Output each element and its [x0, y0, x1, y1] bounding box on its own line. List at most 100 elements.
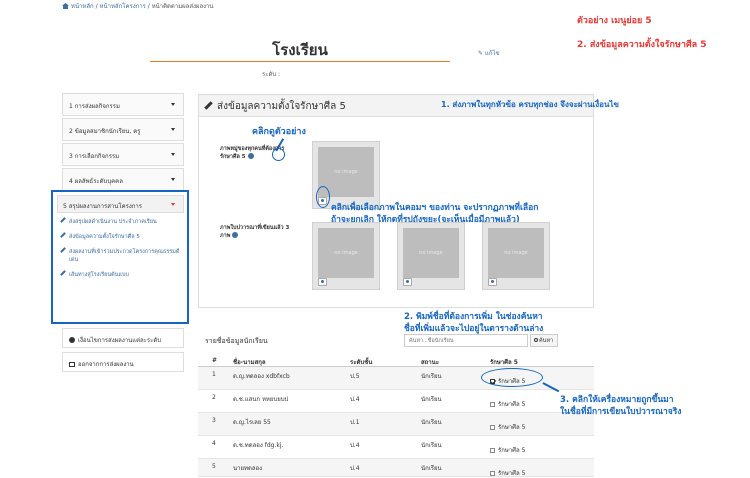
- cell-num: 1: [212, 371, 216, 378]
- sidebar-item-label: 2 ข้อมูลสมาชิกนักเรียน, ครู: [69, 128, 141, 135]
- cell-status: นักเรียน: [421, 373, 442, 380]
- precept-checkbox[interactable]: รักษาศีล 5: [490, 422, 525, 432]
- caret-down-icon: [171, 128, 175, 131]
- submenu-link-label: ส่งสรุปผลดำเนินงาน ประจำภาคเรียน: [69, 219, 157, 225]
- table-row: 4 ด.ช.ทดลอง fdg.kj. ป.4 นักเรียน รักษาศี…: [198, 436, 594, 459]
- title-divider: [150, 61, 450, 62]
- cell-grade: ป.5: [350, 373, 360, 380]
- cell-num: 4: [212, 440, 216, 447]
- sidebar-item-label: 5 สรุปผลงานการสานโครงการ: [63, 203, 142, 210]
- field-label-vow-photos: ภาพใบปวารณาที่เขียนแล้ว 3 ภาพ: [220, 225, 290, 240]
- table-row: 5 นายทดลอง ป.4 นักเรียน รักษาศีล 5: [198, 459, 594, 477]
- no-image-placeholder: no image: [318, 228, 374, 278]
- submenu-link-label: เส้นทางสู่โรงเรียนต้นแบบ: [69, 272, 130, 278]
- breadcrumb-projects[interactable]: หน้าหลักโครงการ: [100, 3, 146, 10]
- sidebar-item-individual-results[interactable]: 4 ผลลัพธ์ระดับบุคคล: [62, 168, 184, 191]
- column-header-num: #: [212, 357, 218, 364]
- checkbox-icon[interactable]: [490, 471, 495, 476]
- cell-name: ด.ญ.ไรเลย 55: [233, 419, 271, 426]
- submenu-link-label: ส่งข้อมูลความตั้งใจรักษาศีล 5: [69, 234, 140, 240]
- pencil-icon: [60, 270, 66, 276]
- cell-grade: ป.4: [350, 396, 360, 403]
- annotation-step1: 1. ส่งภาพในทุกหัวข้อ ครบทุกช่อง จึงจะผ่า…: [441, 100, 619, 109]
- edit-icon: ✎: [478, 50, 484, 57]
- caret-down-icon: [171, 203, 175, 206]
- search-icon: [534, 338, 538, 342]
- precept-checkbox[interactable]: รักษาศีล 5: [490, 445, 525, 455]
- breadcrumb-current: หน้าติดตามผลส่งผลงาน: [151, 3, 214, 10]
- image-slot-vow-2[interactable]: no image: [397, 222, 465, 290]
- image-slot-vow-3[interactable]: no image: [482, 222, 550, 290]
- cell-grade: ป.4: [350, 442, 360, 449]
- search-button[interactable]: ค้นหา: [530, 334, 558, 347]
- edit-link[interactable]: ✎ แก้ไข: [478, 48, 500, 58]
- info-icon: [69, 337, 75, 343]
- annotation-example-submenu: ตัวอย่าง เมนูย่อย 5: [577, 16, 652, 26]
- submenu-link-label: ส่งผลงานที่เข้าร่วมประกวดโครงการคุณธรรมด…: [69, 249, 180, 263]
- conditions-button[interactable]: เงื่อนไขการส่งผลงานแต่ละระดับ: [62, 328, 184, 348]
- breadcrumb: หน้าหลัก / หน้าหลักโครงการ / หน้าติดตามผ…: [62, 1, 214, 11]
- precept-label: รักษาศีล 5: [498, 424, 526, 431]
- help-icon[interactable]: [247, 153, 254, 159]
- level-label: ระดับ :: [262, 71, 281, 78]
- precept-checkbox[interactable]: รักษาศีล 5: [490, 399, 525, 409]
- table-row: 3 ด.ญ.ไรเลย 55 ป.1 นักเรียน รักษาศีล 5: [198, 413, 594, 436]
- cell-num: 5: [212, 463, 216, 470]
- cell-num: 3: [212, 417, 216, 424]
- cell-name: ด.ญ.ทดลอง xdbfxcb: [233, 373, 290, 380]
- table-row: 2 ด.ช.แสนก หหยบยบป ป.4 นักเรียน รักษาศีล…: [198, 390, 594, 413]
- checkbox-icon[interactable]: [490, 402, 495, 407]
- no-image-placeholder: no image: [488, 228, 544, 278]
- logout-icon: [69, 362, 75, 367]
- no-image-placeholder: no image: [403, 228, 459, 278]
- sidebar-item-label: 1 การส่งผลกิจกรรม: [69, 103, 120, 110]
- submenu-link-semester-summary[interactable]: ส่งสรุปผลดำเนินงาน ประจำภาคเรียน: [60, 217, 182, 226]
- caret-down-icon: [171, 178, 175, 181]
- cell-num: 2: [212, 394, 216, 401]
- submenu-link-contest-entry[interactable]: ส่งผลงานที่เข้าร่วมประกวดโครงการคุณธรรมด…: [60, 247, 182, 264]
- checkbox-icon[interactable]: [490, 448, 495, 453]
- submenu-links: ส่งสรุปผลดำเนินงาน ประจำภาคเรียน ส่งข้อม…: [60, 217, 182, 286]
- sidebar-item-activity-selection[interactable]: 3 การเลือกกิจกรรม: [62, 143, 184, 166]
- annotation-click-example: คลิกดูตัวอย่าง: [252, 127, 306, 137]
- pencil-icon: [60, 232, 66, 238]
- student-search-input[interactable]: [404, 334, 528, 347]
- breadcrumb-home[interactable]: หน้าหลัก: [71, 3, 94, 10]
- field-label-text: ภาพใบปวารณาที่เขียนแล้ว 3 ภาพ: [220, 225, 290, 239]
- home-icon[interactable]: [62, 3, 69, 9]
- cell-status: นักเรียน: [421, 442, 442, 449]
- exit-button[interactable]: ออกจากการส่งผลงาน: [62, 352, 184, 372]
- annotation-step2-top: 2. ส่งข้อมูลความตั้งใจรักษาศีล 5: [577, 40, 707, 50]
- edit-label: แก้ไข: [484, 50, 500, 57]
- cell-status: นักเรียน: [421, 419, 442, 426]
- submenu-link-precept-data[interactable]: ส่งข้อมูลความตั้งใจรักษาศีล 5: [60, 232, 182, 241]
- exit-button-label: ออกจากการส่งผลงาน: [78, 361, 134, 368]
- upload-image-icon[interactable]: [318, 278, 327, 286]
- sidebar-item-activity-results[interactable]: 1 การส่งผลกิจกรรม: [62, 93, 184, 116]
- checkbox-icon[interactable]: [490, 425, 495, 430]
- caret-down-icon: [171, 153, 175, 156]
- sidebar-item-members[interactable]: 2 ข้อมูลสมาชิกนักเรียน, ครู: [62, 118, 184, 141]
- conditions-button-label: เงื่อนไขการส่งผลงานแต่ละระดับ: [78, 337, 162, 344]
- pencil-icon: [204, 101, 213, 110]
- annotation-circle-checkbox: [481, 368, 543, 387]
- help-icon[interactable]: [232, 232, 239, 238]
- image-slot-vow-1[interactable]: no image: [312, 222, 380, 290]
- sidebar: 1 การส่งผลกิจกรรม 2 ข้อมูลสมาชิกนักเรียน…: [62, 93, 184, 193]
- upload-image-icon[interactable]: [488, 278, 497, 286]
- sidebar-item-label: 4 ผลลัพธ์ระดับบุคคล: [69, 178, 123, 185]
- cell-grade: ป.4: [350, 465, 360, 472]
- cell-name: ด.ช.แสนก หหยบยบป: [233, 396, 289, 403]
- precept-label: รักษาศีล 5: [498, 470, 526, 477]
- cell-grade: ป.1: [350, 419, 360, 426]
- annotation-circle-upload: [316, 186, 330, 208]
- annotation-circle-help: [272, 148, 285, 161]
- pencil-icon: [60, 217, 66, 223]
- upload-image-icon[interactable]: [403, 278, 412, 286]
- panel-title-text: ส่งข้อมูลความตั้งใจรักษาศีล 5: [217, 101, 346, 112]
- cell-name: ด.ช.ทดลอง fdg.kj.: [233, 442, 284, 449]
- students-table-title: รายชื่อข้อมูลนักเรียน: [205, 337, 268, 345]
- submenu-link-model-school[interactable]: เส้นทางสู่โรงเรียนต้นแบบ: [60, 270, 182, 279]
- annotation-step3-2: ในชื่อที่มีการเขียนใบปวารณาจริง: [560, 407, 682, 417]
- sidebar-item-project-summary[interactable]: 5 สรุปผลงานการสานโครงการ: [57, 195, 184, 213]
